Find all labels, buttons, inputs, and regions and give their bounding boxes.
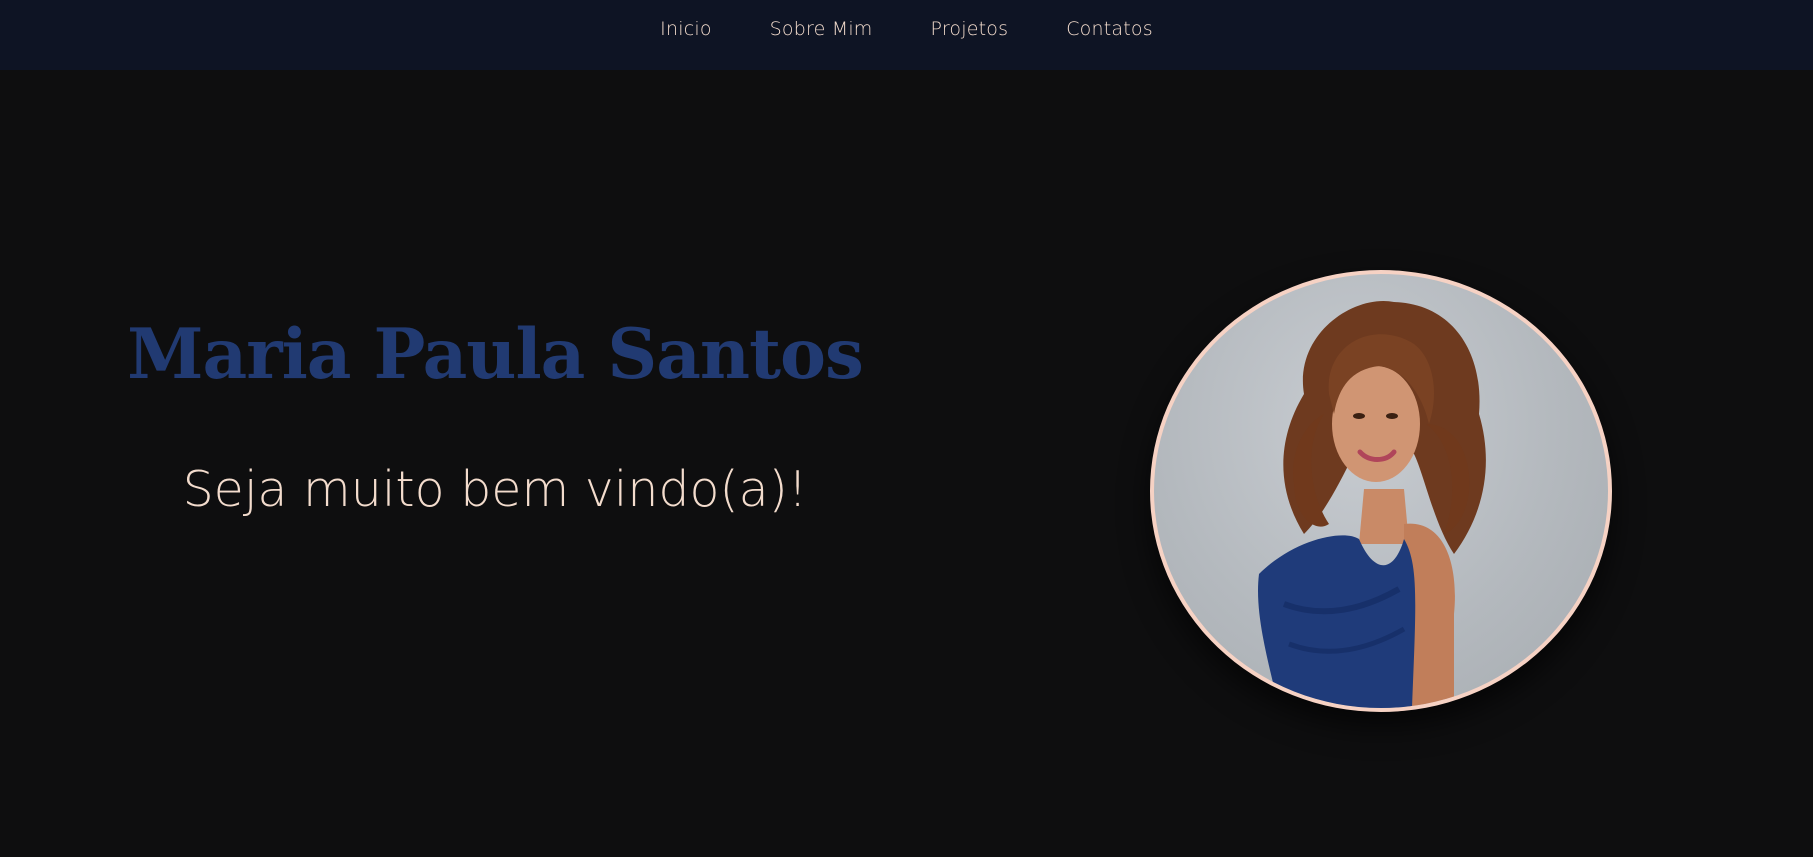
hero-name-title: Maria Paula Santos xyxy=(127,314,864,395)
nav-menu: Inicio Sobre Mim Projetos Contatos xyxy=(0,0,1813,58)
profile-photo xyxy=(1150,270,1612,712)
hero-welcome-text: Seja muito bem vindo(a)! xyxy=(182,461,808,518)
nav-link-projetos[interactable]: Projetos xyxy=(931,18,1009,40)
nav-link-sobre-mim[interactable]: Sobre Mim xyxy=(770,18,873,40)
nav-link-inicio[interactable]: Inicio xyxy=(660,18,711,40)
nav-link-contatos[interactable]: Contatos xyxy=(1066,18,1153,40)
hero-text-block: Maria Paula Santos Seja muito bem vindo(… xyxy=(90,320,900,514)
profile-photo-illustration xyxy=(1258,300,1486,708)
navbar: Inicio Sobre Mim Projetos Contatos xyxy=(0,0,1813,70)
hero-section: Maria Paula Santos Seja muito bem vindo(… xyxy=(0,70,1813,857)
